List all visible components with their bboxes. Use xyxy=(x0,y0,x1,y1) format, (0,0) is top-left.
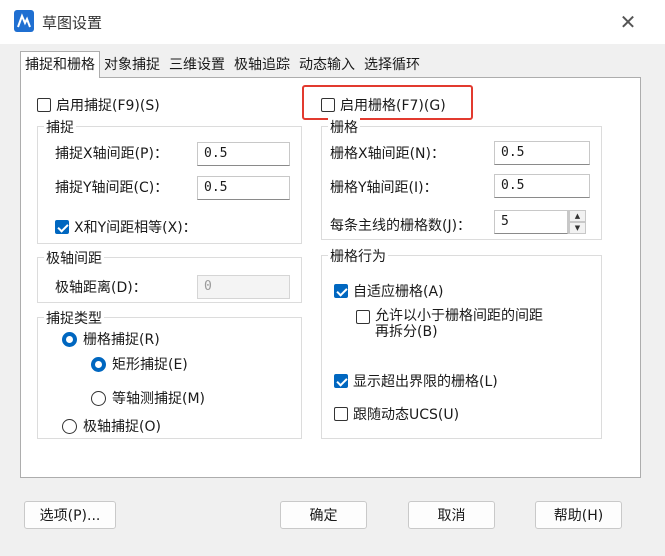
adaptive-grid-label: 自适应栅格(A) xyxy=(353,284,444,300)
grid-group-label: 栅格 xyxy=(328,117,360,137)
polar-snap-label: 极轴捕捉(O) xyxy=(83,419,161,435)
grid-snap-label: 栅格捕捉(R) xyxy=(83,332,160,348)
iso-snap-radio[interactable]: 等轴测捕捉(M) xyxy=(91,388,205,408)
tab-polar-tracking[interactable]: 极轴追踪 xyxy=(230,52,295,78)
iso-snap-label: 等轴测捕捉(M) xyxy=(112,391,206,407)
adaptive-grid-checkbox[interactable]: 自适应栅格(A) xyxy=(334,281,444,301)
grid-x-input[interactable]: 0.5 xyxy=(494,141,590,165)
tab-snap-grid[interactable]: 捕捉和栅格 xyxy=(20,51,100,78)
polar-distance-label: 极轴距离(D)： xyxy=(55,280,147,296)
spin-up-icon[interactable]: ▲ xyxy=(569,210,586,222)
snap-x-label: 捕捉X轴间距(P)： xyxy=(55,146,168,162)
rect-snap-label: 矩形捕捉(E) xyxy=(112,357,188,373)
iso-snap-dot[interactable] xyxy=(91,390,106,406)
major-line-spinner[interactable]: ▲ ▼ xyxy=(568,210,586,234)
cancel-button[interactable]: 取消 xyxy=(408,501,495,529)
highlight-frame xyxy=(302,85,473,120)
grid-x-label: 栅格X轴间距(N)： xyxy=(330,146,445,162)
polar-distance-input[interactable]: 0 xyxy=(197,275,290,299)
polar-snap-dot[interactable] xyxy=(62,418,77,434)
beyond-limits-label: 显示超出界限的栅格(L) xyxy=(353,374,498,390)
snap-y-input[interactable]: 0.5 xyxy=(197,176,290,200)
snap-type-group-label: 捕捉类型 xyxy=(44,308,104,328)
grid-snap-radio[interactable]: 栅格捕捉(R) xyxy=(62,329,160,349)
grid-snap-dot[interactable] xyxy=(62,331,77,347)
subdivide-box[interactable] xyxy=(356,310,370,324)
equal-spacing-checkbox[interactable]: X和Y间距相等(X)： xyxy=(55,217,197,237)
follow-ucs-label: 跟随动态UCS(U) xyxy=(353,407,460,423)
spin-down-icon[interactable]: ▼ xyxy=(569,222,586,234)
enable-snap-label: 启用捕捉(F9)(S) xyxy=(56,98,160,114)
adaptive-grid-box[interactable] xyxy=(334,284,348,298)
subdivide-label: 允许以小于栅格间距的间距 再拆分(B) xyxy=(375,308,543,340)
subdivide-label-line2: 再拆分(B) xyxy=(375,324,438,340)
enable-snap-checkbox[interactable]: 启用捕捉(F9)(S) xyxy=(37,95,160,115)
beyond-limits-checkbox[interactable]: 显示超出界限的栅格(L) xyxy=(334,371,498,391)
tab-object-snap[interactable]: 对象捕捉 xyxy=(100,52,165,78)
tab-dynamic-input[interactable]: 动态输入 xyxy=(295,52,360,78)
enable-snap-box[interactable] xyxy=(37,98,51,112)
close-button[interactable]: ✕ xyxy=(614,8,642,36)
snap-y-label: 捕捉Y轴间距(C)： xyxy=(55,180,169,196)
snap-x-input[interactable]: 0.5 xyxy=(197,142,290,166)
equal-spacing-label: X和Y间距相等(X)： xyxy=(74,220,197,236)
tab-selection-cycling[interactable]: 选择循环 xyxy=(360,52,425,78)
help-button[interactable]: 帮助(H) xyxy=(535,501,622,529)
window-title: 草图设置 xyxy=(42,14,103,32)
subdivide-checkbox[interactable]: 允许以小于栅格间距的间距 再拆分(B) xyxy=(356,308,543,340)
rect-snap-radio[interactable]: 矩形捕捉(E) xyxy=(91,354,188,374)
options-button[interactable]: 选项(P)... xyxy=(24,501,116,529)
tab-3d-settings[interactable]: 三维设置 xyxy=(165,52,230,78)
major-line-label: 每条主线的栅格数(J)： xyxy=(330,218,472,234)
beyond-limits-box[interactable] xyxy=(334,374,348,388)
tab-strip: 捕捉和栅格 对象捕捉 三维设置 极轴追踪 动态输入 选择循环 xyxy=(20,51,425,78)
subdivide-label-line1: 允许以小于栅格间距的间距 xyxy=(375,308,543,324)
rect-snap-dot[interactable] xyxy=(91,356,106,372)
equal-spacing-box[interactable] xyxy=(55,220,69,234)
ok-button[interactable]: 确定 xyxy=(280,501,367,529)
follow-ucs-checkbox[interactable]: 跟随动态UCS(U) xyxy=(334,404,459,424)
close-icon: ✕ xyxy=(619,10,637,34)
polar-group-label: 极轴间距 xyxy=(44,248,104,268)
grid-behavior-group-label: 栅格行为 xyxy=(328,246,388,266)
title-bar: 草图设置 ✕ xyxy=(0,0,665,44)
grid-y-label: 栅格Y轴间距(I)： xyxy=(330,180,438,196)
snap-group-label: 捕捉 xyxy=(44,117,76,137)
app-logo-icon xyxy=(14,10,34,32)
follow-ucs-box[interactable] xyxy=(334,407,348,421)
major-line-input[interactable]: 5 xyxy=(494,210,568,234)
grid-y-input[interactable]: 0.5 xyxy=(494,174,590,198)
polar-snap-radio[interactable]: 极轴捕捉(O) xyxy=(62,416,161,436)
